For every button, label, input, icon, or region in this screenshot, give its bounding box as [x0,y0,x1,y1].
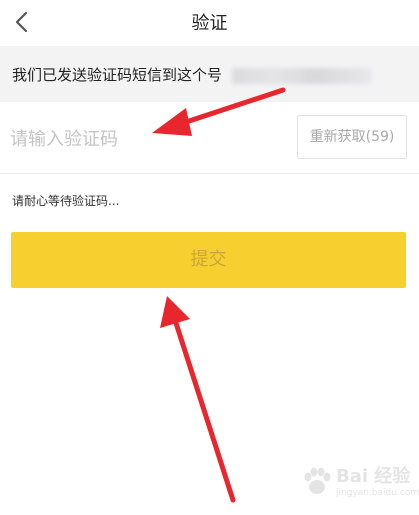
navigation-bar: 验证 [0,0,419,46]
wait-hint-text: 请耐心等待验证码... [12,194,120,208]
page-title: 验证 [191,13,228,34]
notice-text: 我们已发送验证码短信到这个号 [12,66,223,84]
resend-code-button[interactable]: 重新获取(59) [297,115,407,159]
masked-phone-number [232,68,372,84]
submit-button[interactable]: 提交 [11,232,406,288]
paw-icon [304,467,331,494]
sms-sent-notice: 我们已发送验证码短信到这个号 [0,46,419,102]
arrow-to-submit-button [160,296,236,503]
watermark-text: Bai 经验 [336,466,411,487]
verification-code-input[interactable] [10,122,280,156]
baidu-jingyan-watermark: Bai 经验 jingyan.baidu.com [298,460,419,508]
verification-page: 验证 我们已发送验证码短信到这个号 重新获取(59) 请耐心等待验证码... 提… [0,0,419,515]
watermark-subtext: jingyan.baidu.com [336,488,419,498]
